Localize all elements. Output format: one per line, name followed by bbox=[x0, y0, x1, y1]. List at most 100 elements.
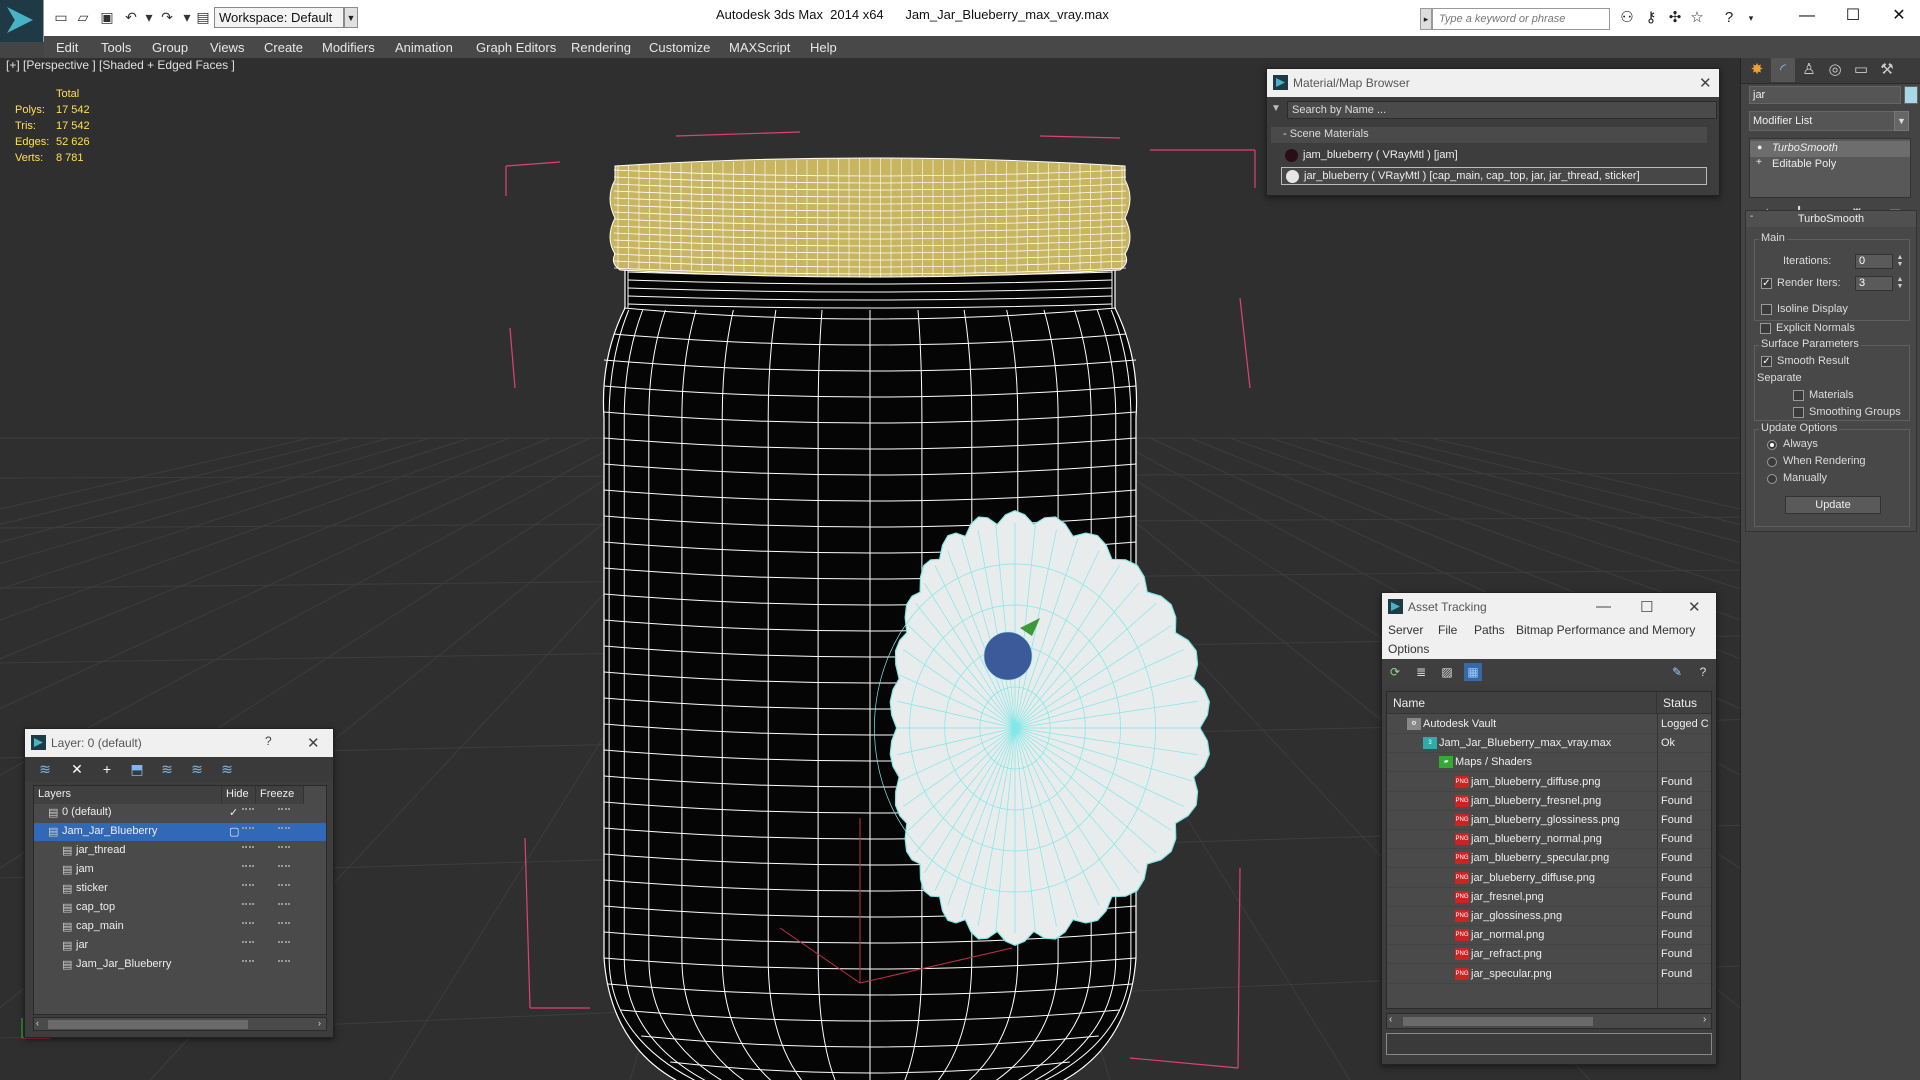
set-current-layer-icon[interactable]: ▢ bbox=[229, 825, 239, 838]
name-column-header[interactable]: Name bbox=[1387, 692, 1657, 714]
maximize-icon[interactable]: ☐ bbox=[1830, 2, 1876, 30]
smooth-result-checkbox[interactable]: ✓ bbox=[1761, 356, 1772, 367]
close-icon[interactable]: ✕ bbox=[1699, 74, 1712, 92]
hide-toggle[interactable] bbox=[242, 922, 254, 924]
highlight-layer-icon[interactable]: ≋ bbox=[187, 760, 207, 778]
material-browser-titlebar[interactable]: Material/Map Browser ✕ bbox=[1267, 69, 1719, 97]
render-iters-spinner-arrows-icon[interactable]: ▲ ▼ bbox=[1895, 276, 1905, 291]
new-layer-icon[interactable]: + bbox=[97, 760, 117, 778]
menu-customize[interactable]: Customize bbox=[649, 40, 710, 55]
refresh-icon[interactable]: ⟳ bbox=[1386, 663, 1404, 681]
layer-row[interactable]: ▤ cap_top bbox=[34, 899, 326, 917]
rollout-title[interactable]: TurboSmooth bbox=[1746, 211, 1916, 227]
iterations-spinner[interactable]: 0 bbox=[1855, 254, 1893, 269]
menu-file[interactable]: File bbox=[1438, 623, 1457, 637]
undo-icon[interactable]: ↶ bbox=[122, 9, 140, 25]
menu-edit[interactable]: Edit bbox=[56, 40, 78, 55]
save-file-icon[interactable]: ▣ bbox=[98, 9, 116, 25]
hide-toggle[interactable] bbox=[242, 827, 254, 829]
add-selection-to-layer-icon[interactable]: ⬒ bbox=[127, 760, 147, 778]
modify-tab-icon[interactable]: ◜ bbox=[1771, 58, 1795, 82]
expand-plus-icon[interactable]: + bbox=[1756, 157, 1762, 168]
layer-row[interactable]: ▤ Jam_Jar_Blueberry ▢ bbox=[34, 823, 326, 841]
asset-row[interactable]: PNG jam_blueberry_fresnel.png Found bbox=[1387, 792, 1711, 811]
freeze-toggle[interactable] bbox=[278, 903, 290, 905]
close-icon[interactable]: ✕ bbox=[1876, 2, 1920, 30]
freeze-column-header[interactable]: Freeze bbox=[256, 786, 304, 804]
layer-manager-icon[interactable]: ≋ bbox=[35, 760, 55, 778]
minimize-icon[interactable]: — bbox=[1784, 2, 1830, 30]
object-name-field[interactable]: jar bbox=[1749, 86, 1901, 104]
stack-item-turbosmooth[interactable]: ● TurboSmooth bbox=[1750, 141, 1910, 157]
hide-freeze-all-icon[interactable]: ≋ bbox=[217, 760, 237, 778]
freeze-toggle[interactable] bbox=[278, 846, 290, 848]
help-dropdown-icon[interactable]: ▾ bbox=[1740, 8, 1762, 28]
asset-row[interactable]: PNG jar_blueberry_diffuse.png Found bbox=[1387, 869, 1711, 888]
undo-dropdown-icon[interactable]: ▾ bbox=[140, 9, 158, 25]
menu-views[interactable]: Views bbox=[210, 40, 244, 55]
close-icon[interactable]: ✕ bbox=[307, 734, 320, 752]
delete-layer-icon[interactable]: ✕ bbox=[67, 760, 87, 778]
iterations-spinner-arrows-icon[interactable]: ▲ ▼ bbox=[1895, 254, 1905, 269]
asset-row[interactable]: PNG jar_normal.png Found bbox=[1387, 926, 1711, 946]
lightbulb-icon[interactable]: ● bbox=[1757, 142, 1762, 152]
separate-materials-checkbox[interactable] bbox=[1793, 390, 1804, 401]
redo-icon[interactable]: ↷ bbox=[158, 9, 176, 25]
freeze-toggle[interactable] bbox=[278, 808, 290, 810]
workspace-dropdown-icon[interactable]: ▼ bbox=[344, 7, 358, 28]
search-expand-icon[interactable]: ▸ bbox=[1420, 8, 1432, 30]
key-icon[interactable]: ⚷ bbox=[1640, 8, 1662, 28]
menu-group[interactable]: Group bbox=[152, 40, 188, 55]
asset-row[interactable]: 3 Jam_Jar_Blueberry_max_vray.max Ok bbox=[1387, 734, 1711, 754]
update-always-radio[interactable] bbox=[1767, 440, 1777, 450]
menu-bitmap-performance[interactable]: Bitmap Performance and Memory bbox=[1516, 623, 1695, 637]
layer-row[interactable]: ▤ 0 (default) ✓ bbox=[34, 804, 326, 822]
layers-column-header[interactable]: Layers bbox=[34, 786, 222, 804]
layer-row[interactable]: ▤ jar_thread bbox=[34, 842, 326, 860]
asset-row[interactable]: PNG jam_blueberry_glossiness.png Found bbox=[1387, 811, 1711, 830]
modifier-list-arrow-icon[interactable]: ▼ bbox=[1894, 111, 1909, 131]
freeze-toggle[interactable] bbox=[278, 922, 290, 924]
menu-paths[interactable]: Paths bbox=[1474, 623, 1505, 637]
layer-row[interactable]: ▤ jam bbox=[34, 861, 326, 879]
hide-toggle[interactable] bbox=[242, 865, 254, 867]
layer-row[interactable]: ▤ Jam_Jar_Blueberry bbox=[34, 956, 326, 974]
asset-row[interactable]: PNG jar_refract.png Found bbox=[1387, 945, 1711, 965]
material-item[interactable]: jam_blueberry ( VRayMtl ) [jam] bbox=[1281, 147, 1707, 165]
close-icon[interactable]: ✕ bbox=[1688, 598, 1701, 616]
freeze-toggle[interactable] bbox=[278, 884, 290, 886]
hide-toggle[interactable] bbox=[242, 808, 254, 810]
highlight-editor-icon[interactable]: ✎ bbox=[1668, 663, 1686, 681]
material-item[interactable]: jar_blueberry ( VRayMtl ) [cap_main, cap… bbox=[1281, 167, 1707, 185]
open-file-icon[interactable]: ▱ bbox=[74, 9, 92, 25]
update-manually-radio[interactable] bbox=[1767, 474, 1777, 484]
scrollbar-thumb[interactable] bbox=[48, 1020, 248, 1029]
stack-item-editable-poly[interactable]: + Editable Poly bbox=[1750, 157, 1910, 173]
layer-list-scrollbar[interactable]: ‹ › bbox=[33, 1017, 327, 1031]
hide-toggle[interactable] bbox=[242, 941, 254, 943]
layer-row[interactable]: ▤ jar bbox=[34, 937, 326, 955]
column-separator[interactable] bbox=[1657, 714, 1658, 1008]
create-tab-icon[interactable]: ✸ bbox=[1745, 58, 1769, 82]
scene-materials-section[interactable]: - Scene Materials bbox=[1271, 127, 1707, 143]
menu-help[interactable]: Help bbox=[810, 40, 837, 55]
menu-create[interactable]: Create bbox=[264, 40, 303, 55]
asset-row[interactable]: ▰ Maps / Shaders bbox=[1387, 753, 1711, 773]
hide-toggle[interactable] bbox=[242, 884, 254, 886]
object-color-swatch[interactable] bbox=[1904, 86, 1918, 104]
menu-server[interactable]: Server bbox=[1388, 623, 1423, 637]
hide-toggle[interactable] bbox=[242, 960, 254, 962]
binoculars-icon[interactable]: ⚇ bbox=[1616, 8, 1638, 28]
menu-tools[interactable]: Tools bbox=[101, 40, 131, 55]
freeze-toggle[interactable] bbox=[278, 960, 290, 962]
project-folder-icon[interactable]: ▤ bbox=[194, 9, 212, 25]
thumbnail-view-icon[interactable]: ▨ bbox=[1438, 663, 1456, 681]
viewport-label[interactable]: [+] [Perspective ] [Shaded + Edged Faces… bbox=[6, 58, 235, 72]
favorites-star-icon[interactable]: ☆ bbox=[1686, 8, 1708, 28]
asset-row[interactable]: ⚙ Autodesk Vault Logged C bbox=[1387, 715, 1711, 734]
isoline-display-checkbox[interactable] bbox=[1761, 304, 1772, 315]
freeze-toggle[interactable] bbox=[278, 941, 290, 943]
update-button[interactable]: Update bbox=[1785, 496, 1881, 514]
menu-graph-editors[interactable]: Graph Editors bbox=[476, 40, 556, 55]
separate-smoothing-groups-checkbox[interactable] bbox=[1793, 407, 1804, 418]
